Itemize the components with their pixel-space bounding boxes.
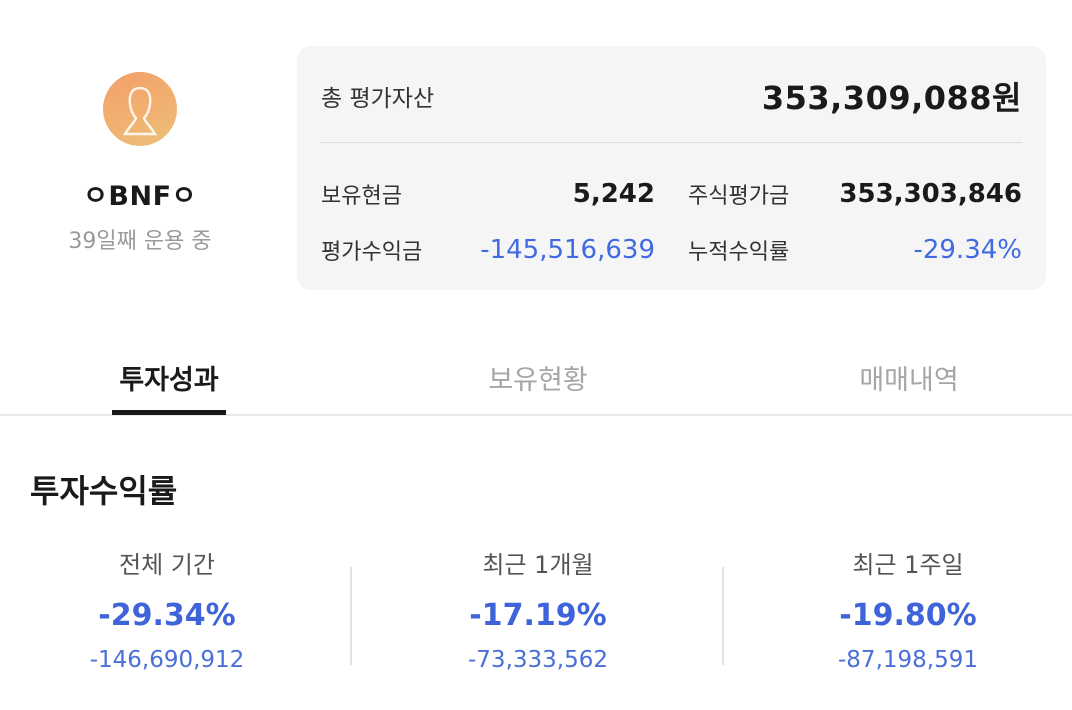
summary-row-2: 평가수익금 -145,516,639 누적수익률 -29.34%	[321, 222, 1022, 278]
total-asset-label: 총 평가자산	[321, 86, 435, 112]
avatar[interactable]	[103, 72, 177, 146]
summary-divider	[321, 142, 1022, 143]
cumulative-return-label: 누적수익률	[688, 240, 790, 265]
cumulative-return-cell: 누적수익률 -29.34%	[688, 234, 1022, 266]
tab-bar: 투자성과 보유현황 매매내역	[0, 340, 1072, 416]
pnl-value: -145,516,639	[480, 235, 655, 265]
return-item-1month: 최근 1개월 -17.19% -73,333,562	[388, 545, 688, 673]
cumulative-return-value: -29.34%	[913, 235, 1022, 265]
cash-label: 보유현금	[321, 184, 402, 209]
section-title: 투자수익률	[30, 472, 178, 510]
returns-divider	[350, 567, 352, 665]
stock-value-cell: 주식평가금 353,303,846	[688, 178, 1022, 210]
return-amount: -146,690,912	[89, 647, 245, 673]
active-tab-indicator	[112, 410, 226, 415]
returns-divider	[722, 567, 724, 665]
cash-cell: 보유현금 5,242	[321, 178, 655, 210]
return-percent: -19.80%	[839, 598, 977, 633]
returns-panel: 전체 기간 -29.34% -146,690,912 최근 1개월 -17.19…	[0, 545, 1072, 695]
return-period: 전체 기간	[119, 551, 215, 579]
return-percent: -29.34%	[98, 598, 236, 633]
profile-panel: ㅇBNFㅇ 39일째 운용 중	[40, 72, 240, 255]
return-period: 최근 1개월	[482, 551, 594, 579]
stock-value-amount: 353,303,846	[839, 179, 1022, 209]
tab-holdings[interactable]: 보유현황	[471, 358, 605, 397]
return-item-1week: 최근 1주일 -19.80% -87,198,591	[758, 545, 1058, 673]
cash-value: 5,242	[572, 179, 655, 209]
stock-value-label: 주식평가금	[688, 184, 790, 209]
total-asset-row: 총 평가자산 353,309,088원	[321, 76, 1022, 117]
return-amount: -87,198,591	[838, 647, 978, 673]
total-asset-value: 353,309,088원	[761, 79, 1022, 117]
person-silhouette-icon	[122, 86, 158, 136]
tab-trade-history[interactable]: 매매내역	[842, 358, 976, 397]
nickname: ㅇBNFㅇ	[83, 181, 197, 212]
return-percent: -17.19%	[469, 598, 607, 633]
summary-grid: 보유현금 5,242 주식평가금 353,303,846 평가수익금 -145,…	[321, 166, 1022, 278]
pnl-cell: 평가수익금 -145,516,639	[321, 234, 655, 266]
days-running: 39일째 운용 중	[68, 229, 212, 254]
return-period: 최근 1주일	[852, 551, 964, 579]
summary-row-1: 보유현금 5,242 주식평가금 353,303,846	[321, 166, 1022, 222]
return-item-all: 전체 기간 -29.34% -146,690,912	[17, 545, 317, 673]
tab-performance[interactable]: 투자성과	[112, 358, 226, 397]
asset-summary-card: 총 평가자산 353,309,088원 보유현금 5,242 주식평가금 353…	[297, 46, 1046, 290]
pnl-label: 평가수익금	[321, 240, 423, 265]
return-amount: -73,333,562	[468, 647, 608, 673]
